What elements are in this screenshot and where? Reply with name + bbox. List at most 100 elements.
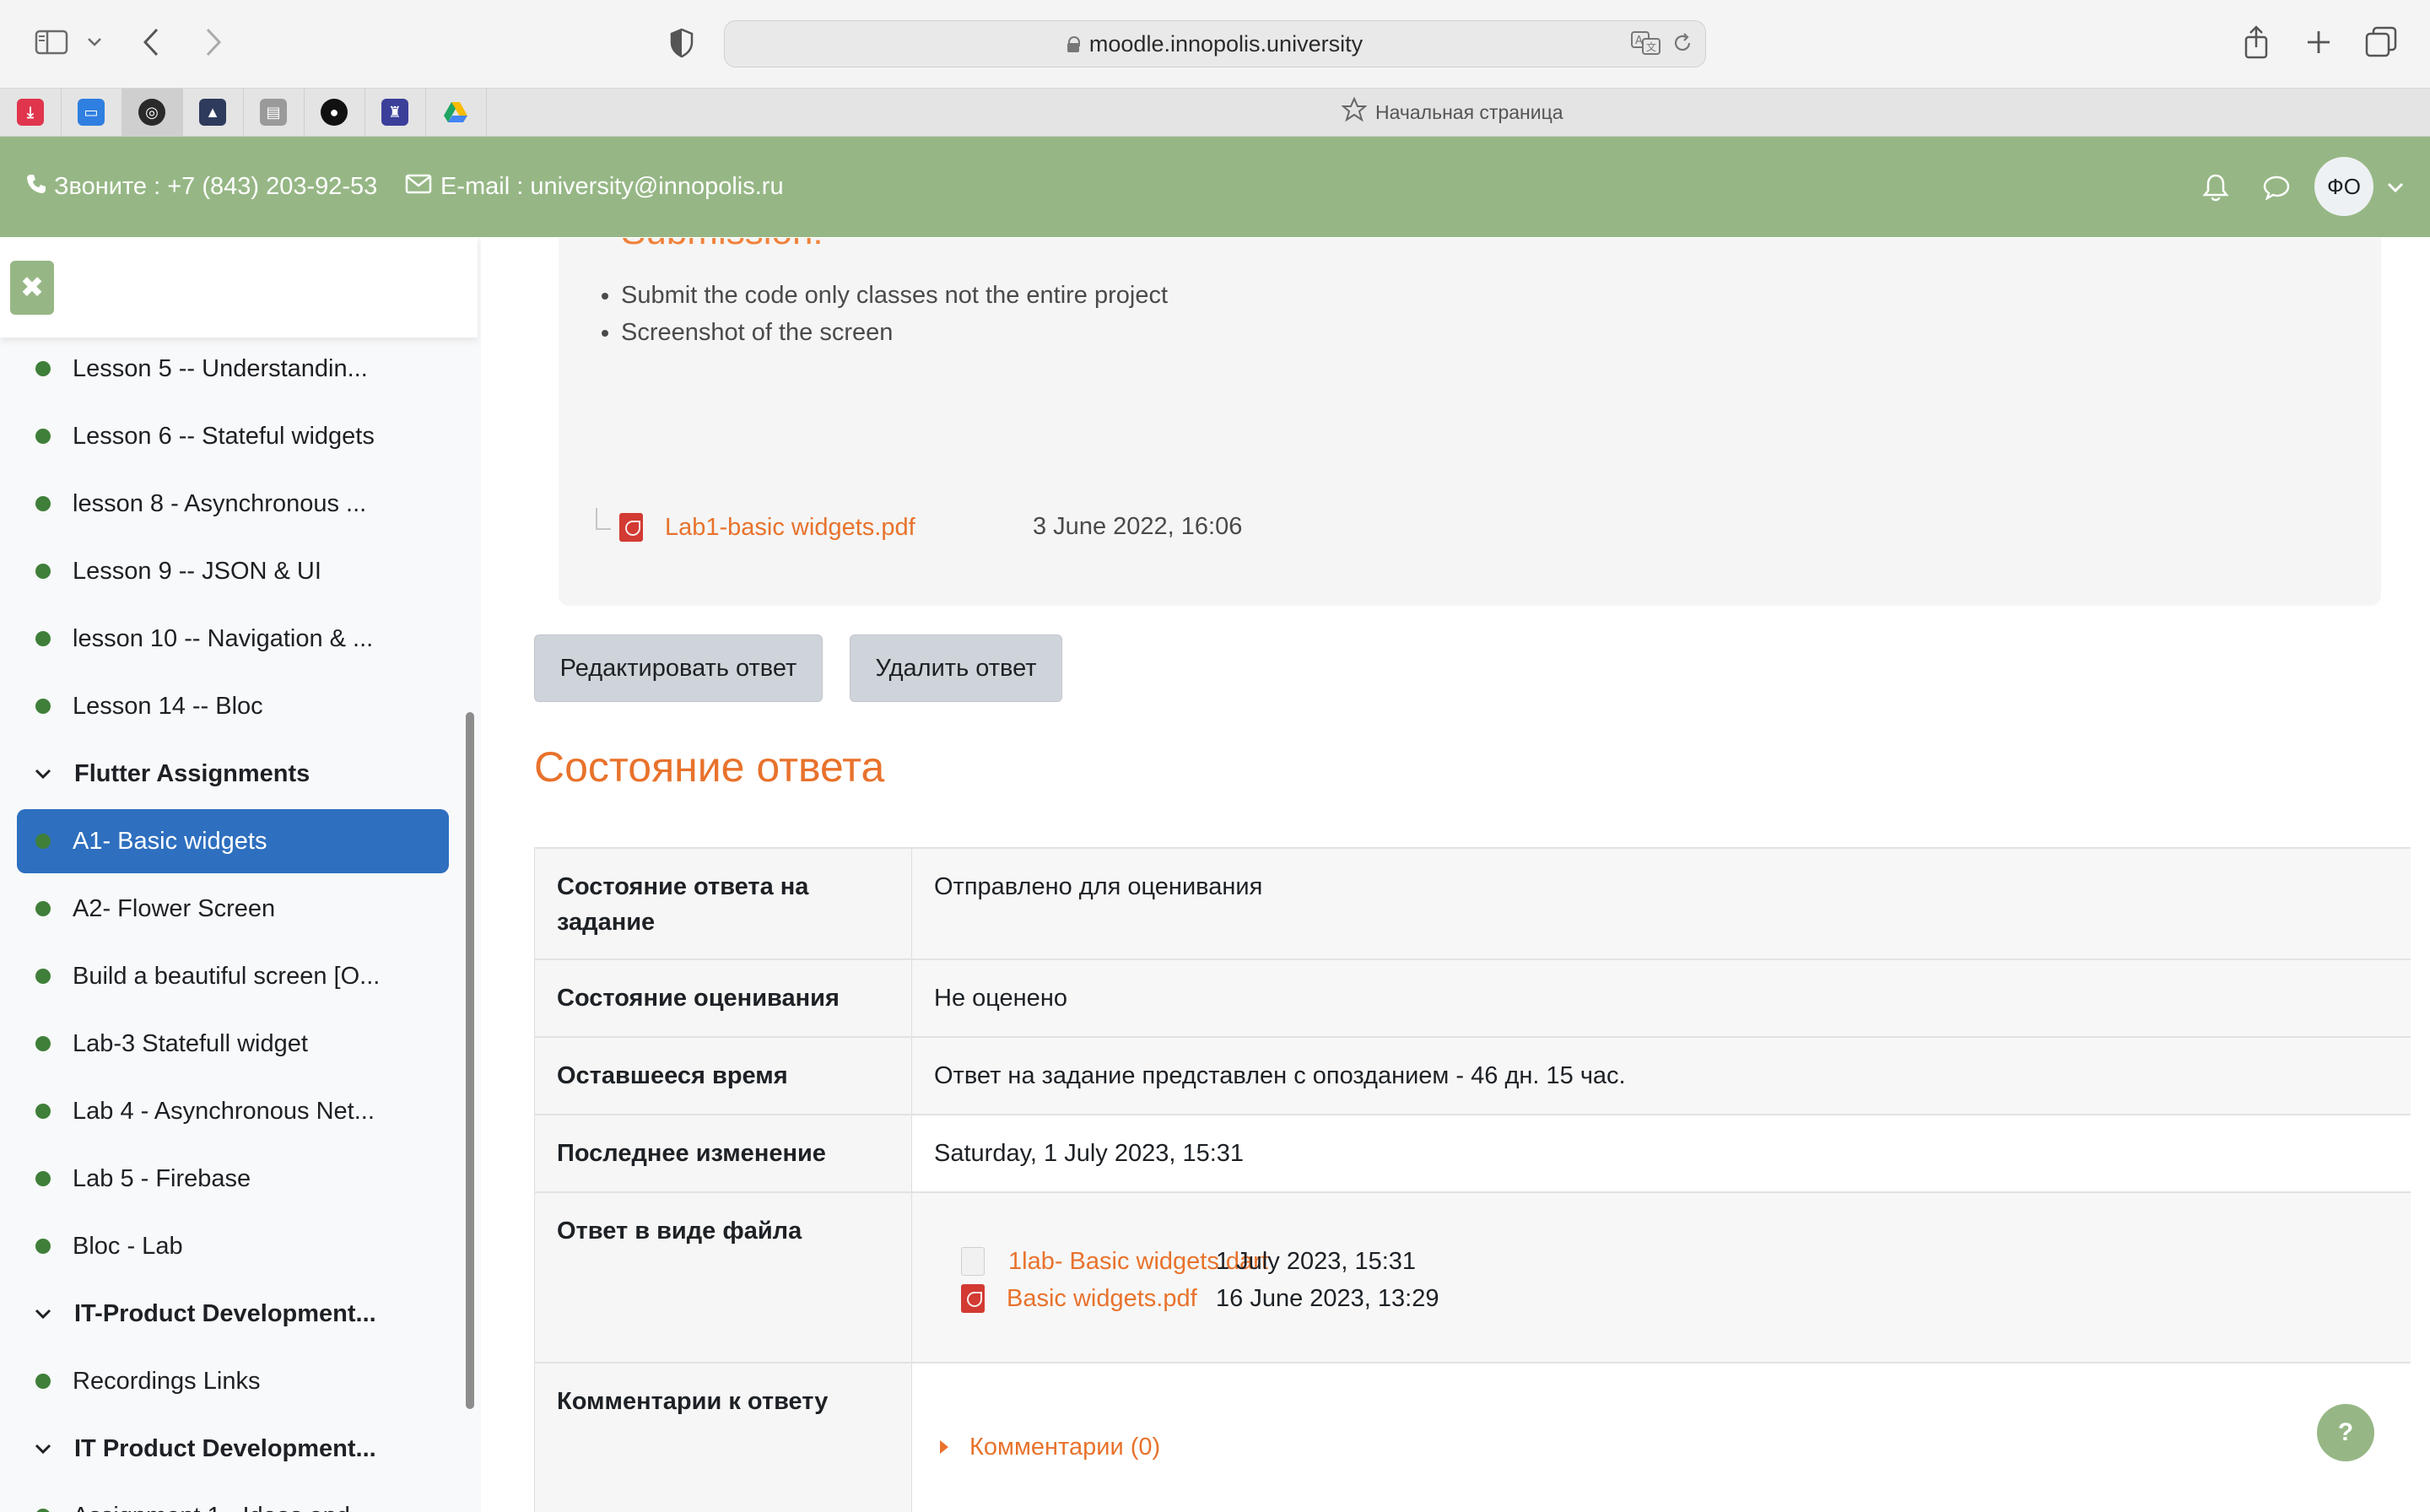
document-icon: ▤	[260, 99, 287, 126]
sidebar-item[interactable]: Lab 5 - Firebase	[17, 1147, 449, 1211]
star-icon	[1341, 96, 1368, 127]
address-bar[interactable]: moodle.innopolis.university A文	[724, 20, 1706, 68]
completion-dot-icon	[35, 631, 51, 646]
svg-text:A: A	[1635, 35, 1643, 47]
email-text: E-mail : university@innopolis.ru	[440, 173, 784, 200]
sidebar-item[interactable]: Build a beautiful screen [O...	[17, 944, 449, 1008]
completion-dot-icon	[35, 1239, 51, 1254]
row-label: Ответ в виде файла	[534, 1193, 912, 1364]
sidebar-item-active[interactable]: A1- Basic widgets	[17, 809, 449, 873]
submitted-file[interactable]: Basic widgets.pdf	[961, 1281, 1197, 1316]
completion-dot-icon	[35, 834, 51, 849]
row-value: Отправлено для оценивания	[912, 849, 2411, 960]
attachment-date: 3 June 2022, 16:06	[1033, 513, 1243, 540]
row-value: Комментарии (0)	[912, 1364, 2411, 1512]
browser-toolbar: moodle.innopolis.university A文	[0, 0, 2430, 89]
submission-status-heading: Состояние ответа	[534, 743, 885, 791]
lock-icon	[1066, 36, 1080, 52]
row-value: 1lab- Basic widgets.dart 1 July 2023, 15…	[912, 1193, 2411, 1364]
sidebar-item-label: Bloc - Lab	[73, 1232, 183, 1260]
start-page-label: Начальная страница	[1375, 100, 1563, 123]
forward-icon[interactable]	[201, 25, 226, 59]
attachment-file[interactable]: Lab1-basic widgets.pdf	[619, 513, 915, 542]
file-link[interactable]: Basic widgets.pdf	[1007, 1281, 1197, 1316]
favorite-download[interactable]: ⤓	[0, 89, 62, 136]
aperture-icon: ◎	[138, 99, 165, 126]
privacy-shield-icon[interactable]	[667, 27, 697, 59]
sidebar-item-label: Build a beautiful screen [O...	[73, 962, 381, 990]
course-index-drawer: ✖ Lesson 5 -- Understandin... Lesson 6 --…	[0, 238, 481, 1512]
sidebar-toggle-icon[interactable]	[34, 27, 69, 57]
favorite-page[interactable]: ▤	[243, 89, 305, 136]
row-value: Не оценено	[912, 960, 2411, 1038]
completion-dot-icon	[35, 1104, 51, 1119]
phone-icon	[25, 173, 47, 202]
sidebar-item[interactable]: Lesson 14 -- Bloc	[17, 674, 449, 738]
chevron-down-icon[interactable]	[84, 32, 105, 52]
sidebar-item-label: Lab 5 - Firebase	[73, 1164, 251, 1192]
user-avatar[interactable]: ФО	[2314, 157, 2373, 216]
sidebar-item[interactable]: Lesson 9 -- JSON & UI	[17, 539, 449, 603]
favorite-chat[interactable]: ▭	[61, 89, 122, 136]
envelope-icon	[405, 173, 432, 201]
favorite-camera[interactable]: ◎	[122, 89, 183, 136]
favorites-start-page[interactable]: Начальная страница	[1341, 89, 1563, 136]
delete-submission-button[interactable]: Удалить ответ	[850, 634, 1062, 702]
comments-link[interactable]: Комментарии (0)	[969, 1429, 1160, 1465]
sidebar-item[interactable]: lesson 8 - Asynchronous ...	[17, 472, 449, 536]
sidebar-item[interactable]: Lesson 5 -- Understandin...	[17, 337, 449, 401]
chevron-down-icon	[34, 769, 52, 779]
sidebar-item[interactable]: Assignment 1 - Ideas and...	[17, 1484, 449, 1512]
sidebar-section[interactable]: IT Product Development...	[17, 1417, 449, 1481]
sidebar-item-label: Assignment 1 - Ideas and...	[73, 1503, 370, 1512]
email-contact[interactable]: E-mail : university@innopolis.ru	[405, 137, 784, 237]
completion-dot-icon	[35, 969, 51, 984]
completion-dot-icon	[35, 1036, 51, 1051]
sidebar-item[interactable]: Recordings Links	[17, 1349, 449, 1413]
user-menu-chevron-icon[interactable]	[2384, 137, 2406, 237]
sidebar-item[interactable]: lesson 10 -- Navigation & ...	[17, 607, 449, 671]
pdf-icon	[619, 513, 643, 542]
table-row: Состояние ответа на задание Отправлено д…	[534, 847, 2411, 960]
submission-heading: Submission:	[621, 238, 824, 253]
main-content: Submission: Submit the code only classes…	[482, 238, 2430, 1512]
close-drawer-button[interactable]: ✖	[10, 261, 54, 315]
notifications-bell-icon[interactable]	[2199, 137, 2233, 237]
row-label: Состояние ответа на задание	[534, 849, 912, 960]
sidebar-section[interactable]: Flutter Assignments	[17, 742, 449, 806]
reload-icon[interactable]	[1671, 32, 1693, 54]
sidebar-item-label: Lesson 14 -- Bloc	[73, 692, 263, 720]
sidebar-item[interactable]: Bloc - Lab	[17, 1214, 449, 1278]
sidebar-item-label: IT-Product Development...	[74, 1299, 376, 1327]
university-icon: ♜	[381, 99, 408, 126]
sidebar-item[interactable]: Lab-3 Statefull widget	[17, 1012, 449, 1076]
share-icon[interactable]	[2241, 24, 2271, 61]
favorite-university[interactable]: ♜	[364, 89, 426, 136]
edit-submission-button[interactable]: Редактировать ответ	[534, 634, 823, 702]
sidebar-item-label: lesson 10 -- Navigation & ...	[73, 624, 374, 652]
favorite-github[interactable]: ●	[304, 89, 365, 136]
sidebar-item[interactable]: A2- Flower Screen	[17, 877, 449, 941]
messages-icon[interactable]	[2260, 137, 2293, 237]
completion-dot-icon	[35, 699, 51, 714]
help-button[interactable]: ?	[2317, 1404, 2374, 1461]
comments-toggle[interactable]: Комментарии (0)	[939, 1429, 1160, 1465]
table-row: Оставшееся время Ответ на задание предст…	[534, 1036, 2411, 1115]
attachment-link[interactable]: Lab1-basic widgets.pdf	[665, 514, 915, 542]
new-tab-icon[interactable]	[2303, 27, 2334, 57]
row-label: Последнее изменение	[534, 1115, 912, 1193]
phone-contact: Звоните : +7 (843) 203-92-53	[25, 137, 377, 237]
favorite-drive[interactable]	[425, 89, 487, 136]
tab-overview-icon[interactable]	[2364, 25, 2398, 59]
translate-icon[interactable]: A文	[1631, 31, 1661, 55]
row-label: Состояние оценивания	[534, 960, 912, 1038]
sidebar-item[interactable]: Lab 4 - Asynchronous Net...	[17, 1079, 449, 1143]
dart-file-icon	[961, 1247, 985, 1276]
sidebar-scrollbar[interactable]	[466, 712, 474, 1409]
site-header: Звоните : +7 (843) 203-92-53 E-mail : un…	[0, 137, 2430, 237]
favorite-school[interactable]: ▲	[182, 89, 244, 136]
sidebar-section[interactable]: IT-Product Development...	[17, 1282, 449, 1346]
sidebar-item[interactable]: Lesson 6 -- Stateful widgets	[17, 404, 449, 468]
back-icon[interactable]	[138, 25, 164, 59]
url-text: moodle.innopolis.university	[1088, 30, 1364, 57]
